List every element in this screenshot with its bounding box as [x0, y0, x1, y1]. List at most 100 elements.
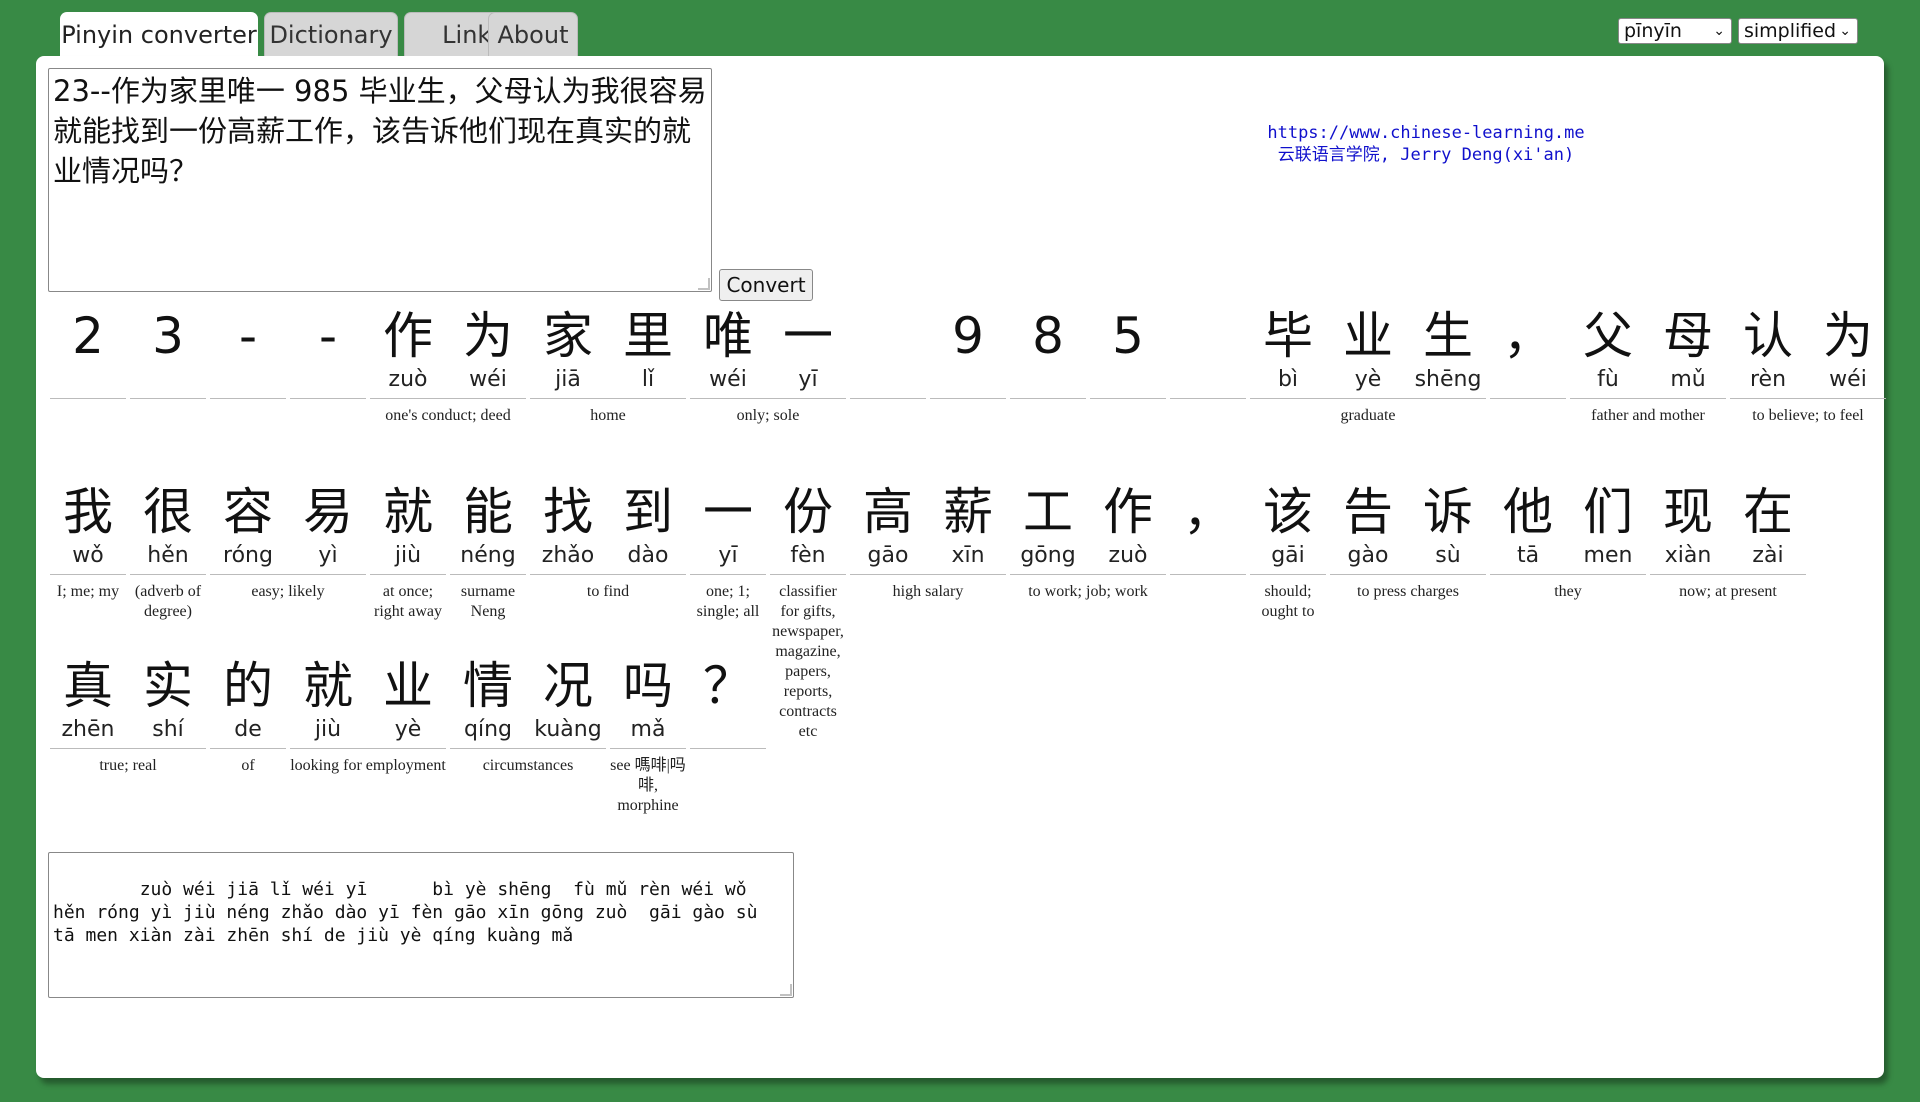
pinyin: kuàng	[534, 717, 602, 742]
pinyin	[212, 366, 284, 394]
resize-handle-icon[interactable]	[698, 278, 710, 290]
hanzi: 一	[703, 483, 753, 541]
pinyin: mǔ	[1670, 367, 1706, 392]
tab-about[interactable]: About	[488, 12, 578, 56]
char-cell: 为 wéi	[1812, 306, 1884, 394]
char-cell: 里 lǐ	[612, 306, 684, 394]
pinyin-format-select[interactable]: pīnyīn ⌄	[1618, 18, 1732, 44]
char-cell	[1172, 306, 1244, 394]
word-gloss: to believe; to feel	[1752, 407, 1864, 424]
word-underline	[1250, 398, 1486, 399]
word-underline	[1010, 574, 1166, 575]
pinyin	[1172, 542, 1244, 570]
hanzi: 情	[463, 657, 513, 715]
char-cell: 生 shēng	[1412, 306, 1484, 394]
char-cell: 母 mǔ	[1652, 306, 1724, 394]
pinyin	[852, 366, 924, 394]
pinyin	[1012, 366, 1084, 394]
word-gloss: looking for employment	[290, 757, 446, 774]
word-underline	[50, 398, 126, 399]
hanzi: 的	[223, 657, 273, 715]
char-cell: 2	[52, 306, 124, 394]
word-gloss: circumstances	[482, 757, 574, 774]
pinyin: yī	[718, 543, 738, 568]
chinese-input-textarea[interactable]: 23--作为家里唯一 985 毕业生，父母认为我很容易就能找到一份高薪工作，该告…	[48, 68, 712, 292]
hanzi: 生	[1423, 307, 1473, 365]
tab-dictionary[interactable]: Dictionary	[264, 12, 398, 56]
char-cell: 9	[932, 306, 1004, 394]
char-cell: 真 zhēn	[52, 656, 124, 744]
char-cell: 告 gào	[1332, 482, 1404, 570]
word-gloss: now; at present	[1679, 583, 1777, 600]
word-gloss: father and mother	[1591, 407, 1705, 424]
char-cell: 吗 mǎ	[612, 656, 684, 744]
pinyin	[932, 366, 1004, 394]
word-gloss: (adverb of degree)	[134, 583, 202, 620]
pinyin: fèn	[790, 543, 826, 568]
char-cell: 作 zuò	[1092, 482, 1164, 570]
word-underline	[1250, 574, 1326, 575]
credit-link[interactable]: https://www.chinese-learning.me	[1266, 122, 1586, 144]
hanzi: 就	[303, 657, 353, 715]
pinyin	[292, 366, 364, 394]
hanzi: 就	[383, 483, 433, 541]
word-gloss: at once; right away	[374, 583, 442, 620]
script-value: simplified	[1744, 20, 1837, 42]
word-underline	[290, 398, 366, 399]
hanzi: 易	[303, 483, 353, 541]
pinyin: wéi	[469, 367, 507, 392]
word-gloss: surname Neng	[460, 583, 516, 620]
resize-handle-icon[interactable]	[780, 984, 792, 996]
pinyin: zuò	[1108, 543, 1148, 568]
tab-pinyin-converter[interactable]: Pinyin converter	[60, 12, 258, 58]
word-underline	[610, 748, 686, 749]
word-underline	[530, 574, 686, 575]
hanzi: 找	[543, 483, 593, 541]
converter-panel: 23--作为家里唯一 985 毕业生，父母认为我很容易就能找到一份高薪工作，该告…	[36, 56, 1886, 1078]
hanzi: -	[318, 307, 338, 365]
hanzi: 实	[143, 657, 193, 715]
hanzi: 该	[1263, 483, 1313, 541]
word-underline	[770, 574, 846, 575]
hanzi: 在	[1743, 483, 1793, 541]
char-cell: 实 shí	[132, 656, 204, 744]
char-cell: 8	[1012, 306, 1084, 394]
word-underline	[50, 574, 126, 575]
word-underline	[130, 398, 206, 399]
word-underline	[450, 748, 606, 749]
pinyin: dào	[627, 543, 669, 568]
pinyin: wéi	[709, 367, 747, 392]
word-underline	[530, 398, 686, 399]
char-cell: 薪 xīn	[932, 482, 1004, 570]
char-cell: 我 wǒ	[52, 482, 124, 570]
word-underline	[130, 574, 206, 575]
hanzi: 他	[1503, 483, 1553, 541]
pinyin: yì	[318, 543, 338, 568]
char-cell: 为 wéi	[452, 306, 524, 394]
hanzi: ，	[1183, 483, 1233, 541]
pinyin	[692, 716, 764, 744]
word-gloss: one's conduct; deed	[385, 407, 511, 424]
hanzi: 工	[1023, 483, 1073, 541]
word-underline	[450, 574, 526, 575]
script-select[interactable]: simplified ⌄	[1738, 18, 1858, 44]
word-underline	[1170, 574, 1246, 575]
pinyin: wéi	[1829, 367, 1867, 392]
pinyin: lǐ	[641, 367, 655, 392]
word-gloss: to work; job; work	[1028, 583, 1148, 600]
hanzi: 真	[63, 657, 113, 715]
convert-button[interactable]: Convert	[719, 269, 813, 301]
pinyin-output-textarea[interactable]: zuò wéi jiā lǐ wéi yī bì yè shēng fù mǔ …	[48, 852, 794, 998]
char-cell: 诉 sù	[1412, 482, 1484, 570]
char-cell: 5	[1092, 306, 1164, 394]
pinyin	[1092, 366, 1164, 394]
pinyin: xiàn	[1664, 543, 1712, 568]
pinyin: róng	[223, 543, 273, 568]
char-cell: 业 yè	[372, 656, 444, 744]
word-underline	[1330, 574, 1486, 575]
pinyin: néng	[460, 543, 516, 568]
hanzi: 能	[463, 483, 513, 541]
char-cell: 认 rèn	[1732, 306, 1804, 394]
hanzi: 业	[1343, 307, 1393, 365]
pinyin: jiā	[555, 367, 581, 392]
